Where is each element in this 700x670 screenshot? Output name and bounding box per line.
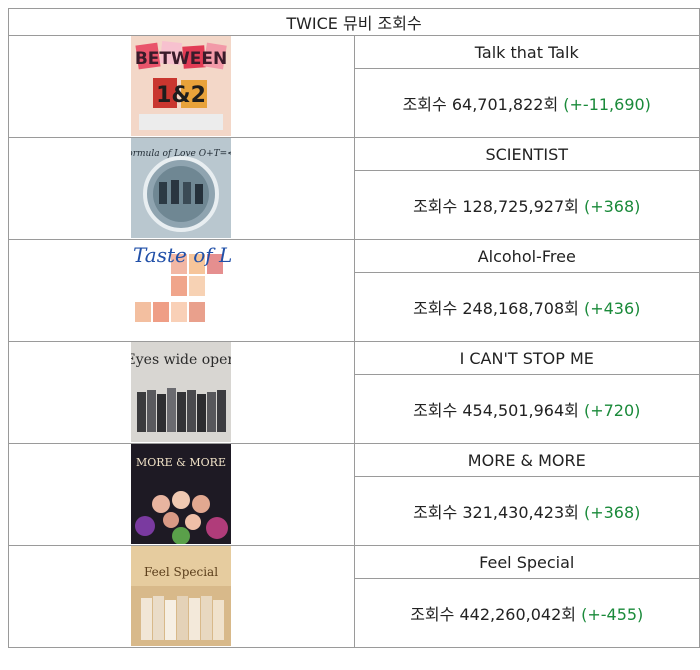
thumbnail-cell: MORE & MORE — [8, 443, 355, 546]
mv-title-cell: Talk that Talk — [353, 35, 700, 69]
table-row: BETWEEN 1&2 Talk that Talk — [8, 35, 700, 138]
mv-title-cell: Alcohol-Free — [353, 239, 700, 273]
mv-views-cell: 조회수 442,260,042회 (+-455) — [353, 578, 700, 648]
table-header: TWICE 뮤비 조회수 — [8, 8, 700, 36]
views-delta: (+368) — [583, 503, 641, 522]
views-count: 248,168,708 — [462, 299, 565, 318]
mv-title-cell: SCIENTIST — [353, 137, 700, 171]
svg-text:Taste of Love: Taste of Love — [133, 243, 231, 267]
mv-title: SCIENTIST — [485, 144, 569, 164]
views-prefix: 조회수 — [413, 503, 458, 522]
mv-title-cell: Feel Special — [353, 545, 700, 579]
views-prefix: 조회수 — [413, 299, 458, 318]
svg-text:Feel Special: Feel Special — [144, 565, 218, 579]
svg-text:MORE & MORE: MORE & MORE — [136, 456, 226, 469]
thumbnail-cell: Eyes wide open — [8, 341, 355, 444]
thumbnail-cell: Formula of Love O+T=<3 — [8, 137, 355, 240]
mv-views-cell: 조회수 321,430,423회 (+368) — [353, 476, 700, 546]
views-delta: (+-11,690) — [563, 95, 651, 114]
views-suffix: 회 — [564, 197, 579, 216]
svg-text:Formula of Love O+T=<3: Formula of Love O+T=<3 — [131, 149, 231, 159]
table-row: Eyes wide open I CAN'T STOP ME — [8, 341, 700, 444]
mv-title: Feel Special — [479, 552, 575, 572]
mv-views-cell: 조회수 128,725,927회 (+368) — [353, 170, 700, 240]
between-1-2-album-cover[interactable]: BETWEEN 1&2 — [131, 36, 232, 136]
views-suffix: 회 — [564, 299, 579, 318]
mv-views-cell: 조회수 64,701,822회 (+-11,690) — [353, 68, 700, 138]
views-suffix: 회 — [561, 605, 576, 624]
thumbnail-cell: Feel Special — [8, 545, 355, 648]
views-prefix: 조회수 — [413, 197, 458, 216]
mv-views-table: TWICE 뮤비 조회수 BETWEEN 1&2 Talk that Talk … — [8, 8, 700, 648]
views-count: 321,430,423 — [462, 503, 565, 522]
table-row: Formula of Love O+T=<3 SCIENTIST — [8, 137, 700, 240]
views-prefix: 조회수 — [410, 605, 455, 624]
views-delta: (+436) — [583, 299, 641, 318]
mv-views-cell: 조회수 248,168,708회 (+436) — [353, 272, 700, 342]
views-delta: (+-455) — [581, 605, 644, 624]
views-prefix: 조회수 — [413, 401, 458, 420]
mv-title: Talk that Talk — [474, 42, 579, 62]
mv-title: MORE & MORE — [467, 450, 586, 470]
formula-of-love-album-cover[interactable]: Formula of Love O+T=<3 — [131, 138, 232, 238]
mv-title-cell: I CAN'T STOP ME — [353, 341, 700, 375]
svg-text:BETWEEN: BETWEEN — [135, 49, 227, 69]
views-suffix: 회 — [564, 401, 579, 420]
svg-text:1&2: 1&2 — [156, 83, 206, 108]
feel-special-album-cover[interactable]: Feel Special — [131, 546, 232, 646]
views-prefix: 조회수 — [402, 95, 447, 114]
views-count: 64,701,822 — [451, 95, 544, 114]
views-count: 442,260,042 — [459, 605, 562, 624]
mv-title: I CAN'T STOP ME — [459, 348, 594, 368]
svg-text:Eyes wide open: Eyes wide open — [131, 352, 231, 368]
table-row: Feel Special Feel Special — [8, 545, 700, 648]
taste-of-love-album-cover[interactable]: Taste of Love — [131, 240, 232, 340]
thumbnail-cell: BETWEEN 1&2 — [8, 35, 355, 138]
table-row: Taste of Love Alcohol-Free — [8, 239, 700, 342]
mv-title-cell: MORE & MORE — [353, 443, 700, 477]
table-title: TWICE 뮤비 조회수 — [286, 14, 422, 33]
views-delta: (+720) — [583, 401, 641, 420]
table-row: MORE & MORE MORE & MORE — [8, 443, 700, 546]
views-suffix: 회 — [543, 95, 559, 114]
mv-title: Alcohol-Free — [477, 246, 576, 266]
views-suffix: 회 — [564, 503, 579, 522]
views-delta: (+368) — [583, 197, 641, 216]
views-count: 454,501,964 — [462, 401, 565, 420]
views-count: 128,725,927 — [462, 197, 565, 216]
thumbnail-cell: Taste of Love — [8, 239, 355, 342]
mv-views-cell: 조회수 454,501,964회 (+720) — [353, 374, 700, 444]
eyes-wide-open-album-cover[interactable]: Eyes wide open — [131, 342, 232, 442]
more-and-more-album-cover[interactable]: MORE & MORE — [131, 444, 232, 544]
